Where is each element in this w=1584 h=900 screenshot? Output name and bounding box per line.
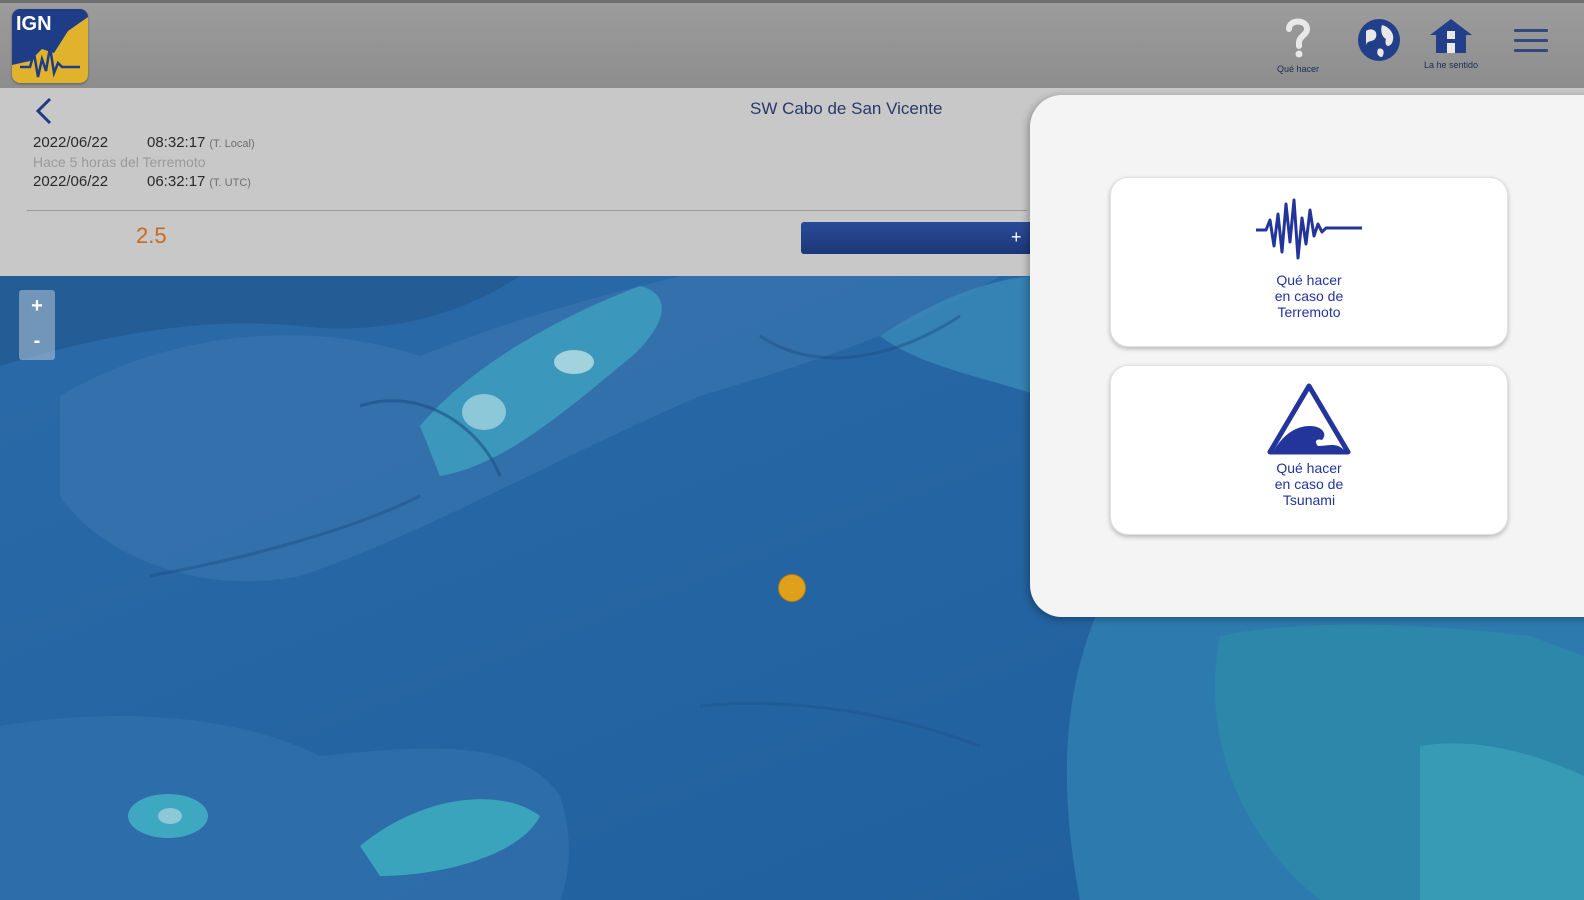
- divider: [27, 210, 1027, 211]
- chevron-left-icon: [35, 97, 52, 125]
- magnitude-value: 2.5: [136, 223, 167, 248]
- menu-icon-line: [1514, 49, 1548, 52]
- utc-tag: (T. UTC): [209, 177, 251, 189]
- local-tag: (T. Local): [209, 138, 255, 150]
- utc-time: 06:32:17: [147, 173, 206, 190]
- globe-button[interactable]: [1356, 17, 1402, 68]
- event-region: SW Cabo de San Vicente: [750, 99, 943, 118]
- what-to-do-button[interactable]: Qué hacer: [1270, 17, 1326, 74]
- utc-date: 2022/06/22: [33, 173, 109, 190]
- logo-text: IGN: [16, 13, 52, 35]
- seismogram-icon: [1256, 198, 1362, 260]
- question-icon: [1286, 18, 1311, 58]
- ign-logo[interactable]: IGN: [12, 9, 88, 83]
- utc-time-row: 2022/06/22 06:32:17 (T. UTC): [33, 173, 251, 190]
- zoom-control: + -: [19, 290, 55, 360]
- zoom-out-button[interactable]: -: [19, 325, 55, 360]
- tsunami-guide-label: Qué hacer en caso de Tsunami: [1274, 460, 1344, 508]
- menu-icon: [1514, 29, 1548, 32]
- more-info-button[interactable]: +: [801, 222, 1041, 254]
- time-ago: Hace 5 horas del Terremoto: [33, 154, 206, 170]
- what-to-do-label: Qué hacer: [1276, 64, 1320, 74]
- local-date: 2022/06/22: [33, 134, 109, 151]
- more-info-label: +: [1011, 227, 1022, 247]
- local-time: 08:32:17: [147, 134, 206, 151]
- felt-it-button[interactable]: La he sentido: [1418, 17, 1484, 70]
- felt-it-label: La he sentido: [1423, 60, 1479, 70]
- earthquake-marker[interactable]: [778, 574, 806, 602]
- tsunami-icon: [1267, 383, 1351, 455]
- earthquake-guide-card[interactable]: Qué hacer en caso de Terremoto: [1110, 177, 1508, 347]
- back-button[interactable]: [34, 96, 54, 134]
- what-to-do-popup: Qué hacer en caso de Terremoto Qué hacer…: [1030, 95, 1584, 617]
- zoom-in-button[interactable]: +: [19, 290, 55, 325]
- menu-button[interactable]: [1514, 29, 1548, 59]
- globe-icon: [1358, 19, 1400, 61]
- local-time-row: 2022/06/22 08:32:17 (T. Local): [33, 134, 255, 151]
- earthquake-guide-label: Qué hacer en caso de Terremoto: [1274, 272, 1344, 320]
- home-icon: [1430, 19, 1472, 53]
- menu-icon-line: [1514, 39, 1548, 42]
- top-bar: IGN Qué hacer La he sentido: [0, 0, 1584, 88]
- tsunami-guide-card[interactable]: Qué hacer en caso de Tsunami: [1110, 365, 1508, 535]
